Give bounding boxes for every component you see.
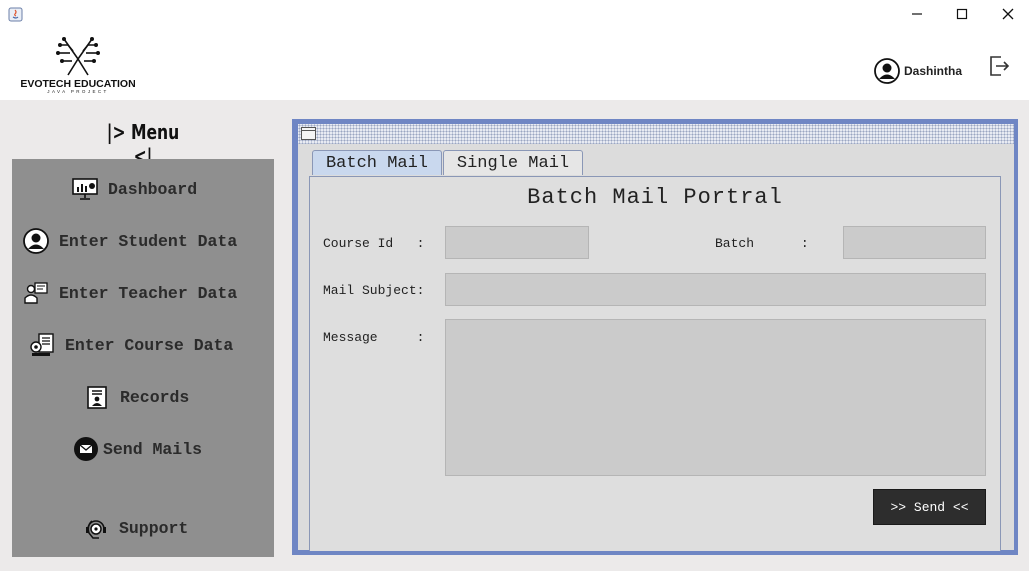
logo-graphic	[56, 37, 100, 76]
nav-records-label: Records	[120, 387, 190, 407]
internal-frame-titlebar[interactable]	[298, 124, 1014, 144]
user-avatar-icon	[874, 58, 900, 84]
maximize-button[interactable]	[948, 4, 976, 24]
logout-icon	[990, 56, 1010, 76]
nav-send-mails-label: Send Mails	[103, 439, 203, 459]
minimize-icon	[912, 13, 922, 15]
batch-input[interactable]	[843, 226, 986, 259]
window-icon	[301, 127, 316, 140]
records-icon	[84, 384, 110, 410]
dashboard-icon	[72, 176, 98, 202]
student-icon	[23, 228, 49, 254]
nav-support-label: Support	[119, 518, 189, 538]
nav-send-mails[interactable]: Send Mails	[73, 436, 202, 462]
java-app-icon	[8, 6, 23, 22]
send-button[interactable]: >> Send <<	[873, 489, 986, 525]
nav-records[interactable]: Records	[84, 384, 189, 410]
nav-enter-course-data[interactable]: Enter Course Data	[29, 332, 233, 358]
nav-enter-student-data-label: Enter Student Data	[59, 231, 238, 251]
logo-subtitle: JAVA PROJECT	[47, 89, 109, 94]
maximize-icon	[956, 8, 968, 20]
mail-subject-input[interactable]	[445, 273, 986, 306]
logout-button[interactable]	[987, 54, 1011, 78]
nav-support[interactable]: Support	[83, 515, 188, 541]
minimize-button[interactable]	[903, 4, 931, 24]
nav-dashboard[interactable]: Dashboard	[72, 176, 197, 202]
portal-title: Batch Mail Portral	[223, 185, 1029, 210]
sidebar: Dashboard Enter Student Data Enter Teach…	[12, 159, 274, 557]
mail-icon	[73, 436, 99, 462]
close-icon	[1002, 8, 1014, 20]
nav-dashboard-label: Dashboard	[108, 179, 198, 199]
close-button[interactable]	[994, 4, 1022, 24]
message-textarea[interactable]	[445, 319, 986, 476]
nav-enter-teacher-data-label: Enter Teacher Data	[59, 283, 238, 303]
nav-enter-course-data-label: Enter Course Data	[65, 335, 234, 355]
nav-enter-student-data[interactable]: Enter Student Data	[23, 228, 237, 254]
tab-batch-mail[interactable]: Batch Mail	[312, 150, 442, 175]
mail-subject-label: Mail Subject:	[323, 283, 425, 298]
support-icon	[83, 515, 109, 541]
course-id-label: Course Id :	[323, 236, 425, 251]
user-name: Dashintha	[904, 64, 963, 78]
tab-single-mail[interactable]: Single Mail	[443, 150, 583, 175]
message-label: Message :	[323, 330, 425, 345]
nav-enter-teacher-data[interactable]: Enter Teacher Data	[23, 280, 237, 306]
course-icon	[29, 332, 55, 358]
course-id-input[interactable]	[445, 226, 589, 259]
teacher-icon	[23, 280, 49, 306]
batch-label: Batch :	[715, 236, 809, 251]
portal-title-text: Batch Mail Portral	[527, 185, 783, 210]
user-profile[interactable]: Dashintha	[874, 57, 962, 85]
